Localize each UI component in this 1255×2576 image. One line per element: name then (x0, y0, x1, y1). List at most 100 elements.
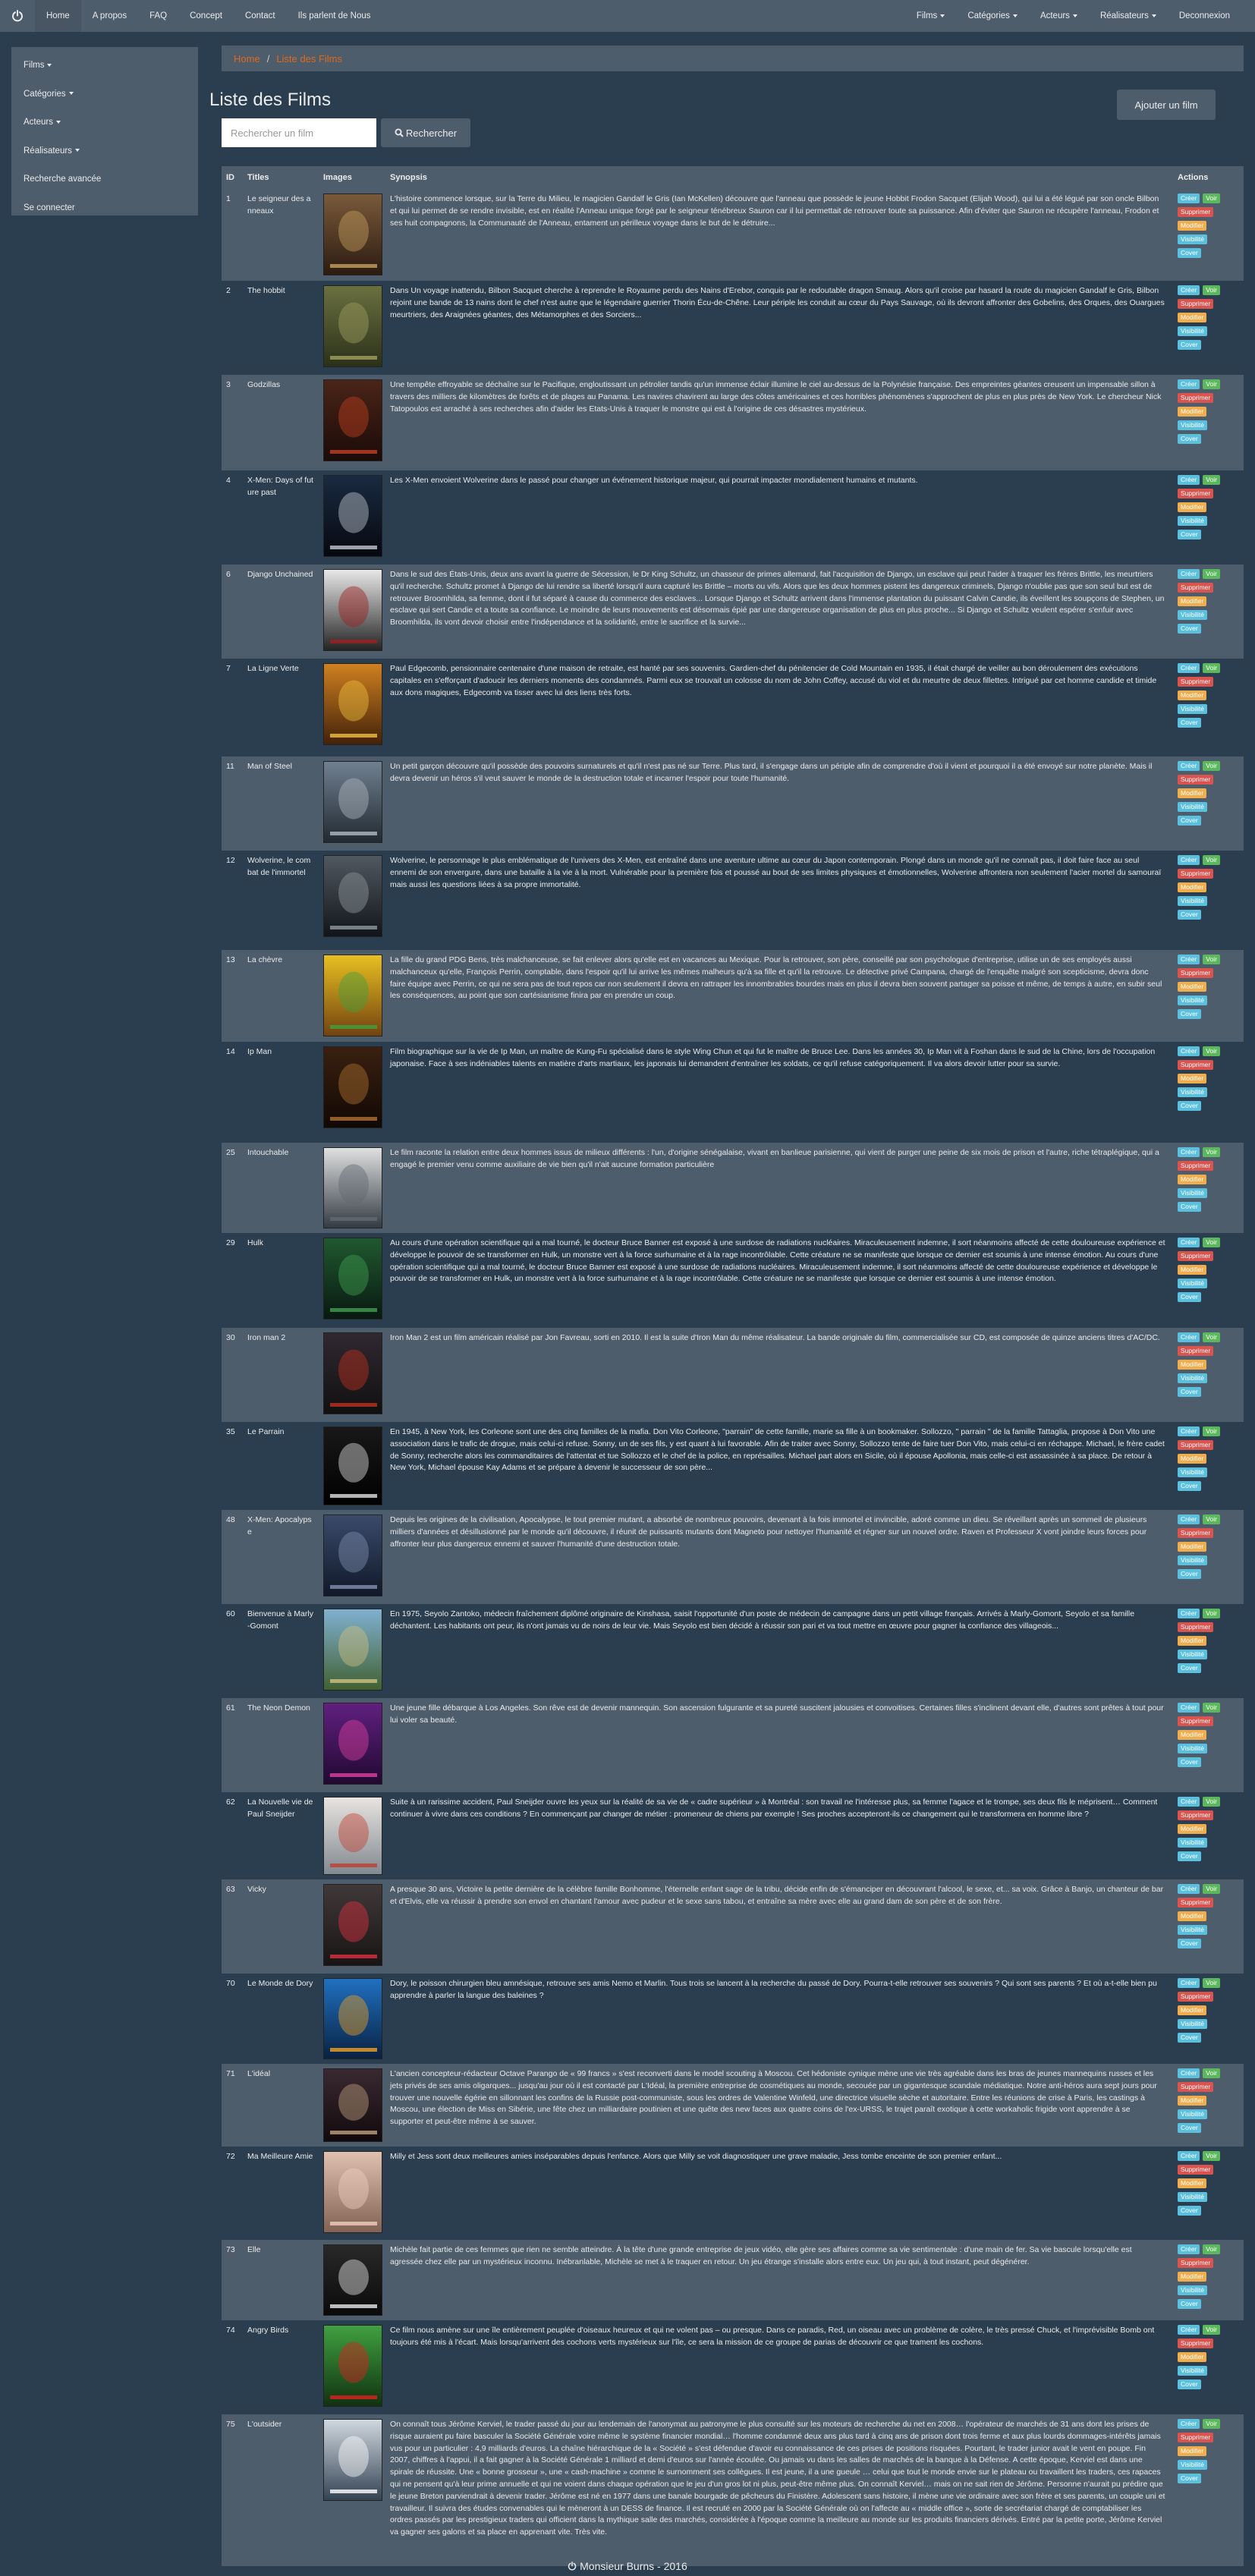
sidebar-item-acteurs[interactable]: Acteurs (11, 109, 198, 137)
create-button[interactable]: Créer (1178, 285, 1200, 295)
edit-button[interactable]: Modifier (1178, 788, 1207, 798)
search-input[interactable] (222, 118, 376, 147)
view-button[interactable]: Voir (1203, 285, 1220, 295)
edit-button[interactable]: Modifier (1178, 1636, 1207, 1646)
create-button[interactable]: Créer (1178, 569, 1200, 579)
edit-button[interactable]: Modifier (1178, 1265, 1207, 1275)
create-button[interactable]: Créer (1178, 663, 1200, 673)
edit-button[interactable]: Modifier (1178, 1360, 1207, 1370)
cover-button[interactable]: Cover (1178, 1939, 1201, 1949)
view-button[interactable]: Voir (1203, 761, 1220, 771)
cover-button[interactable]: Cover (1178, 1569, 1201, 1579)
delete-button[interactable]: Supprimer (1178, 968, 1214, 978)
edit-button[interactable]: Modifier (1178, 313, 1207, 322)
nav-ils-parlent-de-nous[interactable]: Ils parlent de Nous (287, 0, 382, 32)
create-button[interactable]: Créer (1178, 2068, 1200, 2078)
view-button[interactable]: Voir (1203, 855, 1220, 865)
edit-button[interactable]: Modifier (1178, 1542, 1207, 1552)
edit-button[interactable]: Modifier (1178, 2096, 1207, 2106)
cover-button[interactable]: Cover (1178, 1757, 1201, 1767)
visibility-button[interactable]: Visibilité (1178, 1555, 1208, 1565)
edit-button[interactable]: Modifier (1178, 2005, 1207, 2015)
nav-faq[interactable]: FAQ (138, 0, 178, 32)
view-button[interactable]: Voir (1203, 1797, 1220, 1807)
visibility-button[interactable]: Visibilité (1178, 995, 1208, 1005)
sidebar-item-se-connecter[interactable]: Se connecter (11, 194, 198, 223)
view-button[interactable]: Voir (1203, 2325, 1220, 2335)
cover-button[interactable]: Cover (1178, 2033, 1201, 2043)
delete-button[interactable]: Supprimer (1178, 393, 1214, 403)
create-button[interactable]: Créer (1178, 761, 1200, 771)
delete-button[interactable]: Supprimer (1178, 583, 1214, 593)
delete-button[interactable]: Supprimer (1178, 2165, 1214, 2175)
create-button[interactable]: Créer (1178, 2244, 1200, 2254)
nav-dropdown-categories[interactable]: Catégories (956, 0, 1029, 32)
cover-button[interactable]: Cover (1178, 1101, 1201, 1111)
visibility-button[interactable]: Visibilité (1178, 234, 1208, 244)
nav-contact[interactable]: Contact (234, 0, 287, 32)
visibility-button[interactable]: Visibilité (1178, 610, 1208, 620)
create-button[interactable]: Créer (1178, 1238, 1200, 1247)
view-button[interactable]: Voir (1203, 2244, 1220, 2254)
edit-button[interactable]: Modifier (1178, 1454, 1207, 1464)
cover-button[interactable]: Cover (1178, 2474, 1201, 2483)
create-button[interactable]: Créer (1178, 1978, 1200, 1988)
visibility-button[interactable]: Visibilité (1178, 420, 1208, 430)
cover-button[interactable]: Cover (1178, 910, 1201, 920)
cover-button[interactable]: Cover (1178, 1663, 1201, 1673)
create-button[interactable]: Créer (1178, 1797, 1200, 1807)
view-button[interactable]: Voir (1203, 663, 1220, 673)
view-button[interactable]: Voir (1203, 1884, 1220, 1894)
delete-button[interactable]: Supprimer (1178, 1528, 1214, 1538)
visibility-button[interactable]: Visibilité (1178, 1744, 1208, 1754)
delete-button[interactable]: Supprimer (1178, 489, 1214, 499)
visibility-button[interactable]: Visibilité (1178, 1467, 1208, 1477)
cover-button[interactable]: Cover (1178, 1851, 1201, 1861)
create-button[interactable]: Créer (1178, 2151, 1200, 2161)
visibility-button[interactable]: Visibilité (1178, 2109, 1208, 2119)
create-button[interactable]: Créer (1178, 475, 1200, 485)
delete-button[interactable]: Supprimer (1178, 1622, 1214, 1632)
visibility-button[interactable]: Visibilité (1178, 1279, 1208, 1288)
visibility-button[interactable]: Visibilité (1178, 2366, 1208, 2376)
edit-button[interactable]: Modifier (1178, 2178, 1207, 2188)
create-button[interactable]: Créer (1178, 379, 1200, 389)
view-button[interactable]: Voir (1203, 569, 1220, 579)
visibility-button[interactable]: Visibilité (1178, 802, 1208, 812)
delete-button[interactable]: Supprimer (1178, 2433, 1214, 2442)
view-button[interactable]: Voir (1203, 1238, 1220, 1247)
delete-button[interactable]: Supprimer (1178, 775, 1214, 785)
sidebar-item-categories[interactable]: Catégories (11, 80, 198, 109)
view-button[interactable]: Voir (1203, 379, 1220, 389)
create-button[interactable]: Créer (1178, 2325, 1200, 2335)
edit-button[interactable]: Modifier (1178, 1730, 1207, 1740)
cover-button[interactable]: Cover (1178, 1481, 1201, 1491)
create-button[interactable]: Créer (1178, 1046, 1200, 1056)
create-button[interactable]: Créer (1178, 2419, 1200, 2429)
edit-button[interactable]: Modifier (1178, 221, 1207, 231)
create-button[interactable]: Créer (1178, 1332, 1200, 1342)
edit-button[interactable]: Modifier (1178, 2446, 1207, 2456)
view-button[interactable]: Voir (1203, 1046, 1220, 1056)
delete-button[interactable]: Supprimer (1178, 1440, 1214, 1450)
cover-button[interactable]: Cover (1178, 2206, 1201, 2216)
delete-button[interactable]: Supprimer (1178, 2258, 1214, 2268)
cover-button[interactable]: Cover (1178, 434, 1201, 444)
create-button[interactable]: Créer (1178, 1147, 1200, 1157)
create-button[interactable]: Créer (1178, 1514, 1200, 1524)
delete-button[interactable]: Supprimer (1178, 1346, 1214, 1356)
edit-button[interactable]: Modifier (1178, 882, 1207, 892)
delete-button[interactable]: Supprimer (1178, 1060, 1214, 1070)
nav-concept[interactable]: Concept (178, 0, 234, 32)
edit-button[interactable]: Modifier (1178, 2352, 1207, 2362)
cover-button[interactable]: Cover (1178, 1202, 1201, 1212)
view-button[interactable]: Voir (1203, 955, 1220, 964)
nav-a-propos[interactable]: A propos (81, 0, 138, 32)
sidebar-item-films[interactable]: Films (11, 52, 198, 80)
cover-button[interactable]: Cover (1178, 1009, 1201, 1019)
create-button[interactable]: Créer (1178, 1609, 1200, 1618)
power-icon[interactable] (0, 0, 35, 32)
view-button[interactable]: Voir (1203, 1332, 1220, 1342)
delete-button[interactable]: Supprimer (1178, 1898, 1214, 1908)
cover-button[interactable]: Cover (1178, 2379, 1201, 2389)
